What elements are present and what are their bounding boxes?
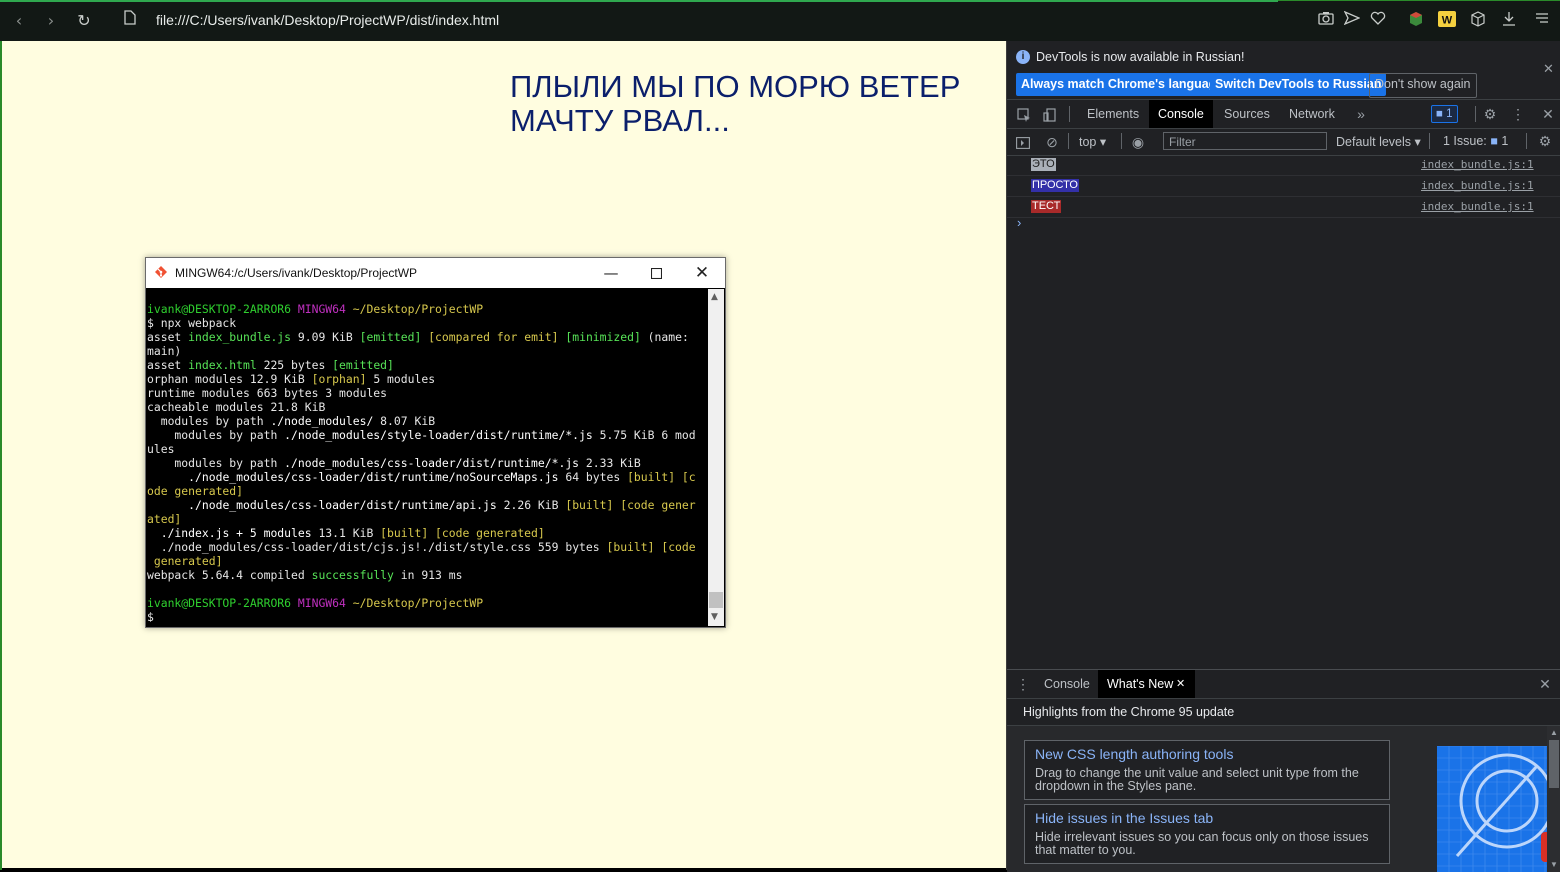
console-filterbar: ⊘ top ▾ ◉ Filter Default levels ▾ 1 Issu… [1007, 128, 1560, 156]
drawer-scrollbar[interactable]: ▲ ▼ [1547, 726, 1560, 872]
terminal-titlebar[interactable]: MINGW64:/c/Users/ivank/Desktop/ProjectWP… [146, 258, 725, 288]
close-drawer-icon[interactable]: ✕ [1534, 670, 1556, 698]
tab-elements[interactable]: Elements [1078, 100, 1148, 128]
feature-desc: Hide irrelevant issues so you can focus … [1035, 830, 1369, 857]
scroll-thumb[interactable] [1549, 740, 1559, 788]
whats-new-subtitle: Highlights from the Chrome 95 update [1023, 705, 1235, 719]
console-settings-icon[interactable]: ⚙ [1534, 127, 1556, 155]
heart-icon[interactable] [1368, 11, 1388, 31]
loading-bar [0, 0, 1278, 2]
forward-icon[interactable]: › [39, 9, 63, 33]
sidebar-toggle-icon[interactable] [1012, 128, 1034, 156]
drawer-tabbar: ⋮ Console What's New ✕ ✕ [1007, 670, 1560, 699]
devtools-drawer: ⋮ Console What's New ✕ ✕ Highlights from… [1007, 669, 1560, 872]
clear-console-icon[interactable]: ⊘ [1041, 128, 1063, 156]
console-line: ЭТО index_bundle.js:1 [1007, 155, 1560, 176]
address-bar[interactable]: file:///C:/Users/ivank/Desktop/ProjectWP… [156, 12, 499, 28]
console-message: ЭТО [1031, 158, 1056, 171]
terminal-output[interactable]: ivank@DESKTOP-2ARROR6 MINGW64 ~/Desktop/… [147, 302, 707, 622]
divider [1429, 133, 1430, 149]
device-toolbar-icon[interactable] [1039, 100, 1061, 128]
term-prompt: $ [147, 610, 154, 622]
console-prompt-icon[interactable]: › [1017, 215, 1021, 230]
divider [1069, 106, 1070, 122]
drawer-menu-icon[interactable]: ⋮ [1012, 670, 1034, 698]
terminal-title: MINGW64:/c/Users/ivank/Desktop/ProjectWP [175, 266, 418, 280]
switch-russian-button[interactable]: Switch DevTools to Russian [1210, 73, 1387, 96]
download-icon[interactable] [1499, 11, 1519, 31]
console-line: ТЕСТ index_bundle.js:1 [1007, 197, 1560, 218]
whats-new-content: New CSS length authoring tools Drag to c… [1007, 725, 1560, 872]
source-link[interactable]: index_bundle.js:1 [1421, 200, 1534, 213]
console-message: ТЕСТ [1031, 200, 1062, 213]
language-banner: i DevTools is now available in Russian! … [1007, 41, 1560, 98]
log-levels-dropdown[interactable]: Default levels ▾ [1336, 134, 1421, 149]
feature-title[interactable]: Hide issues in the Issues tab [1035, 810, 1213, 826]
feature-card[interactable]: Hide issues in the Issues tab Hide irrel… [1024, 804, 1390, 864]
camera-icon[interactable] [1316, 11, 1336, 31]
menu-icon[interactable] [1532, 11, 1552, 31]
match-language-button[interactable]: Always match Chrome's language [1016, 73, 1229, 96]
console-messages: ЭТО index_bundle.js:1 ПРОСТО index_bundl… [1007, 155, 1560, 218]
context-selector[interactable]: top ▾ [1079, 134, 1106, 149]
divider [1068, 133, 1069, 149]
close-devtools-icon[interactable]: ✕ [1537, 100, 1559, 128]
terminal-window[interactable]: MINGW64:/c/Users/ivank/Desktop/ProjectWP… [145, 257, 726, 628]
extension-icon[interactable] [1406, 11, 1426, 31]
page-icon [118, 9, 142, 33]
back-icon[interactable]: ‹ [7, 9, 31, 33]
devtools-panel: i DevTools is now available in Russian! … [1006, 41, 1560, 872]
feature-card[interactable]: New CSS length authoring tools Drag to c… [1024, 740, 1390, 800]
scroll-thumb[interactable] [709, 592, 723, 608]
kebab-menu-icon[interactable]: ⋮ [1507, 100, 1529, 128]
term-path: ~/Desktop/ProjectWP [352, 302, 484, 316]
console-message: ПРОСТО [1031, 179, 1079, 192]
devtools-tabbar: Elements Console Sources Network » ■ 1 ⚙… [1007, 99, 1560, 129]
feature-title[interactable]: New CSS length authoring tools [1035, 746, 1233, 762]
minimize-button[interactable]: — [588, 258, 634, 288]
divider [1475, 106, 1476, 122]
term-user: ivank@DESKTOP-2ARROR6 [147, 302, 292, 316]
page-heading: ПЛЫЛИ МЫ ПО МОРЮ ВЕТЕР МАЧТУ РВАЛ... [510, 69, 961, 138]
git-icon [155, 266, 167, 278]
scroll-up-icon[interactable]: ▲ [711, 292, 718, 302]
cube-icon[interactable] [1468, 11, 1488, 31]
tab-network[interactable]: Network [1280, 100, 1344, 128]
term-shell: MINGW64 [297, 302, 346, 316]
feature-desc: Drag to change the unit value and select… [1035, 766, 1359, 793]
close-button[interactable]: ✕ [679, 258, 725, 288]
source-link[interactable]: index_bundle.js:1 [1421, 158, 1534, 171]
dont-show-button[interactable]: Don't show again [1369, 73, 1477, 98]
banner-text: DevTools is now available in Russian! [1036, 50, 1245, 64]
scroll-down-icon[interactable]: ▼ [711, 612, 718, 622]
console-line: ПРОСТО index_bundle.js:1 [1007, 176, 1560, 197]
term-command: $ npx webpack [147, 316, 237, 330]
scroll-down-icon[interactable]: ▼ [1550, 860, 1558, 869]
filter-input[interactable]: Filter [1163, 132, 1327, 150]
chrome-update-illustration [1437, 746, 1549, 872]
terminal-scrollbar[interactable]: ▲ ▼ [708, 289, 724, 626]
close-tab-icon[interactable]: ✕ [1176, 670, 1185, 698]
svg-text:W: W [1442, 15, 1453, 27]
source-link[interactable]: index_bundle.js:1 [1421, 179, 1534, 192]
tab-sources[interactable]: Sources [1215, 100, 1279, 128]
reload-icon[interactable]: ↻ [72, 9, 96, 33]
more-tabs-icon[interactable]: » [1350, 100, 1372, 128]
divider [1526, 133, 1527, 149]
maximize-button[interactable] [633, 258, 679, 288]
issues-badge[interactable]: ■ 1 [1431, 105, 1458, 123]
eye-icon[interactable]: ◉ [1127, 128, 1149, 156]
scroll-up-icon[interactable]: ▲ [1550, 728, 1558, 737]
send-icon[interactable] [1342, 10, 1362, 31]
w-extension-icon[interactable]: W [1437, 11, 1457, 31]
settings-gear-icon[interactable]: ⚙ [1479, 100, 1501, 128]
browser-toolbar: ‹ › ↻ file:///C:/Users/ivank/Desktop/Pro… [0, 0, 1560, 42]
drawer-tab-console[interactable]: Console [1035, 670, 1099, 698]
issues-counter[interactable]: 1 Issue: ■ 1 [1443, 134, 1508, 148]
inspect-icon[interactable] [1013, 100, 1035, 128]
tab-console[interactable]: Console [1149, 100, 1213, 128]
info-icon: i [1016, 50, 1030, 64]
close-icon[interactable]: ✕ [1543, 61, 1554, 77]
divider [1121, 133, 1122, 149]
